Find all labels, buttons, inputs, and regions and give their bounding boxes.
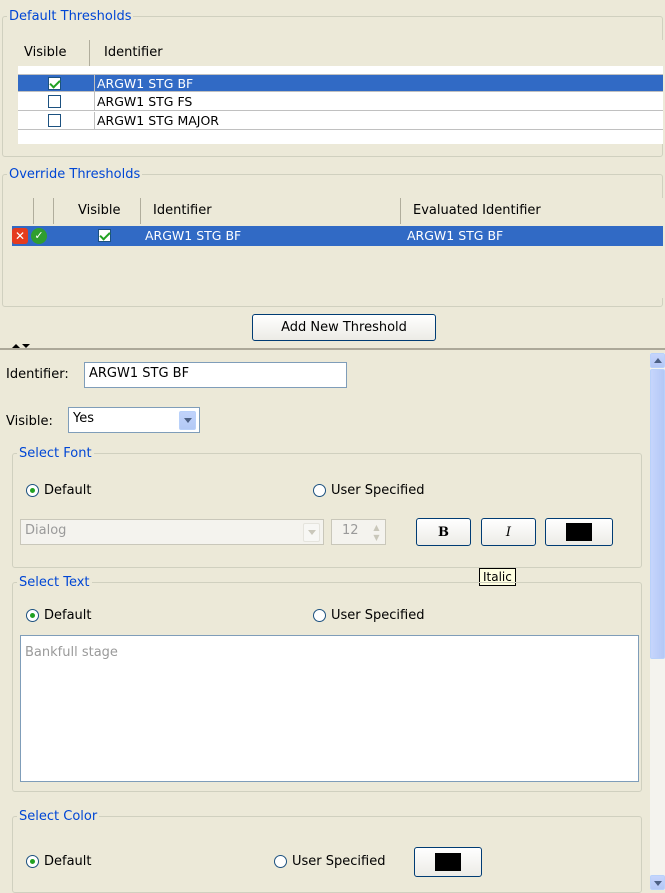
delete-icon[interactable]: ✕: [12, 228, 28, 244]
table-row[interactable]: ✕ ✓ ARGW1 STG BF ARGW1 STG BF: [12, 226, 663, 246]
vertical-scrollbar[interactable]: [650, 353, 665, 890]
table-header: Visible Identifier: [18, 40, 663, 66]
add-new-threshold-button[interactable]: Add New Threshold: [252, 314, 436, 341]
scroll-down-arrow-icon[interactable]: [650, 875, 665, 890]
table-empty-area: [12, 246, 663, 298]
visible-checkbox[interactable]: [48, 95, 61, 108]
identifier-label: Identifier:: [6, 367, 69, 382]
visible-select[interactable]: Yes: [68, 407, 200, 433]
visible-checkbox[interactable]: [98, 229, 111, 242]
column-header-evaluated-identifier[interactable]: Evaluated Identifier: [401, 198, 663, 224]
threshold-text-area[interactable]: Bankfull stage: [20, 635, 639, 782]
evaluated-identifier-cell: ARGW1 STG BF: [407, 228, 504, 243]
override-thresholds-table: Visible Identifier Evaluated Identifier …: [12, 198, 663, 298]
table-header: Visible Identifier Evaluated Identifier: [12, 198, 663, 224]
table-row[interactable]: ARGW1 STG FS: [18, 93, 663, 111]
column-header-visible[interactable]: Visible: [18, 40, 90, 66]
font-default-label: Default: [44, 483, 92, 498]
font-name-value: Dialog: [25, 523, 67, 538]
color-user-specified-label: User Specified: [292, 854, 386, 869]
color-default-radio[interactable]: [26, 855, 39, 868]
column-header-visible[interactable]: Visible: [54, 198, 141, 224]
column-header-identifier[interactable]: Identifier: [90, 40, 663, 66]
default-thresholds-table: Visible Identifier ARGW1 STG BF ARGW1 ST…: [18, 40, 663, 144]
column-header-blank-1: [12, 198, 34, 224]
font-color-swatch: [566, 523, 592, 541]
table-row[interactable]: ARGW1 STG BF: [18, 74, 663, 93]
text-user-specified-label: User Specified: [331, 608, 425, 623]
text-default-radio[interactable]: [26, 609, 39, 622]
table-row[interactable]: ARGW1 STG MAJOR: [18, 112, 663, 130]
font-user-specified-radio[interactable]: [313, 484, 326, 497]
select-font-group: Select Font: [12, 446, 642, 568]
color-user-specified-radio[interactable]: [274, 855, 287, 868]
column-header-blank-2: [34, 198, 54, 224]
default-thresholds-title: Default Thresholds: [9, 9, 132, 24]
font-name-select[interactable]: Dialog: [20, 519, 324, 545]
color-default-label: Default: [44, 854, 92, 869]
visible-checkbox[interactable]: [48, 77, 61, 90]
chevron-down-icon[interactable]: [179, 411, 196, 430]
font-color-button[interactable]: [545, 518, 613, 546]
select-text-title: Select Text: [19, 575, 90, 590]
text-user-specified-radio[interactable]: [313, 609, 326, 622]
chevron-down-icon: [303, 523, 320, 542]
color-swatch: [435, 853, 461, 871]
split-pane-arrows[interactable]: [12, 340, 42, 348]
scroll-thumb[interactable]: [650, 369, 665, 659]
threshold-text-value: Bankfull stage: [25, 645, 118, 660]
visible-select-value: Yes: [73, 411, 94, 426]
bold-button[interactable]: B: [416, 518, 471, 546]
visible-label: Visible:: [6, 414, 53, 429]
spinner-up-icon: ▲: [373, 523, 380, 532]
override-thresholds-title: Override Thresholds: [9, 167, 141, 182]
font-size-spinner[interactable]: 12 ▲ ▼: [331, 519, 386, 545]
text-default-label: Default: [44, 608, 92, 623]
valid-check-icon: ✓: [31, 228, 47, 244]
identifier-input[interactable]: ARGW1 STG BF: [84, 362, 347, 388]
italic-button[interactable]: I: [481, 518, 536, 546]
identifier-cell: ARGW1 STG MAJOR: [94, 112, 219, 130]
split-pane-divider[interactable]: [0, 348, 665, 350]
scroll-up-arrow-icon[interactable]: [650, 353, 665, 368]
identifier-cell: ARGW1 STG BF: [145, 228, 242, 243]
identifier-cell: ARGW1 STG BF: [94, 75, 193, 93]
identifier-cell: ARGW1 STG FS: [94, 93, 192, 111]
font-user-specified-label: User Specified: [331, 483, 425, 498]
color-picker-button[interactable]: [414, 847, 482, 877]
spinner-down-icon: ▼: [373, 533, 380, 542]
font-default-radio[interactable]: [26, 484, 39, 497]
select-color-group: Select Color: [12, 809, 642, 893]
select-color-title: Select Color: [19, 809, 98, 824]
column-header-identifier[interactable]: Identifier: [141, 198, 401, 224]
select-font-title: Select Font: [19, 446, 92, 461]
visible-checkbox[interactable]: [48, 114, 61, 127]
font-size-value: 12: [342, 523, 359, 538]
